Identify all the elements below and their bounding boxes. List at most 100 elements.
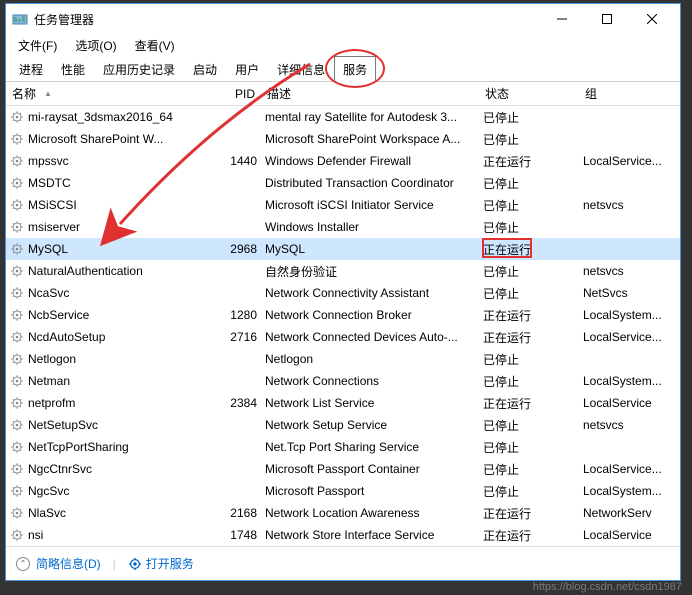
- col-header-name[interactable]: 名称▲: [6, 85, 211, 102]
- col-header-desc[interactable]: 描述: [261, 85, 479, 102]
- cell-pid: 1748: [211, 528, 261, 542]
- cell-desc: Network Connection Broker: [261, 308, 479, 322]
- cell-name: NlaSvc: [6, 506, 211, 520]
- brief-info-link[interactable]: ⌃ 简略信息(D): [16, 555, 101, 572]
- cell-status: 正在运行: [479, 395, 579, 412]
- minimize-button[interactable]: [539, 5, 584, 33]
- cell-status: 已停止: [479, 351, 579, 368]
- cell-name: mpssvc: [6, 154, 211, 168]
- cell-desc: Network Setup Service: [261, 418, 479, 432]
- task-manager-window: 任务管理器 文件(F) 选项(O) 查看(V) 进程 性能 应用历史记录 启动 …: [5, 3, 681, 581]
- cell-name: MySQL: [6, 242, 211, 256]
- cell-desc: Microsoft SharePoint Workspace A...: [261, 132, 479, 146]
- cell-status: 已停止: [479, 175, 579, 192]
- table-row[interactable]: NaturalAuthentication自然身份验证已停止netsvcs: [6, 260, 680, 282]
- cell-desc: mental ray Satellite for Autodesk 3...: [261, 110, 479, 124]
- cell-group: LocalService...: [579, 330, 671, 344]
- cell-group: LocalService: [579, 528, 671, 542]
- table-row[interactable]: NetSetupSvcNetwork Setup Service已停止netsv…: [6, 414, 680, 436]
- cell-desc: MySQL: [261, 242, 479, 256]
- cell-desc: Distributed Transaction Coordinator: [261, 176, 479, 190]
- table-row[interactable]: NetTcpPortSharingNet.Tcp Port Sharing Se…: [6, 436, 680, 458]
- cell-name: NetSetupSvc: [6, 418, 211, 432]
- table-row[interactable]: NetlogonNetlogon已停止: [6, 348, 680, 370]
- cell-pid: 2168: [211, 506, 261, 520]
- tab-details[interactable]: 详细信息: [268, 56, 334, 82]
- tab-apphistory[interactable]: 应用历史记录: [94, 56, 184, 82]
- cell-name: netprofm: [6, 396, 211, 410]
- table-row[interactable]: NetmanNetwork Connections已停止LocalSystem.…: [6, 370, 680, 392]
- cell-desc: Network Connections: [261, 374, 479, 388]
- table-row[interactable]: mi-raysat_3dsmax2016_64 mental ray Satell…: [6, 106, 680, 128]
- cell-status: 正在运行: [479, 153, 579, 170]
- cell-pid: 2716: [211, 330, 261, 344]
- table-row[interactable]: MSDTC Distributed Transaction Coordinator…: [6, 172, 680, 194]
- cell-desc: Net.Tcp Port Sharing Service: [261, 440, 479, 454]
- table-body: mi-raysat_3dsmax2016_64 mental ray Satell…: [6, 106, 680, 546]
- maximize-button[interactable]: [584, 5, 629, 33]
- table-row[interactable]: MySQL2968MySQL正在运行: [6, 238, 680, 260]
- table-row[interactable]: NcbService1280Network Connection Broker正…: [6, 304, 680, 326]
- cell-desc: Microsoft Passport Container: [261, 462, 479, 476]
- cell-status: 正在运行: [479, 527, 579, 544]
- cell-desc: Windows Defender Firewall: [261, 154, 479, 168]
- menubar: 文件(F) 选项(O) 查看(V): [6, 34, 680, 56]
- cell-status: 正在运行: [479, 505, 579, 522]
- cell-desc: Network Store Interface Service: [261, 528, 479, 542]
- cell-status: 已停止: [479, 197, 579, 214]
- table-row[interactable]: NcdAutoSetup2716Network Connected Device…: [6, 326, 680, 348]
- table-row[interactable]: NgcCtnrSvc Microsoft Passport Container已停…: [6, 458, 680, 480]
- table-row[interactable]: NcaSvcNetwork Connectivity Assistant已停止N…: [6, 282, 680, 304]
- cell-desc: Windows Installer: [261, 220, 479, 234]
- cell-group: netsvcs: [579, 198, 671, 212]
- table-row[interactable]: msiserver Windows Installer已停止: [6, 216, 680, 238]
- table-row[interactable]: mpssvc1440Windows Defender Firewall正在运行L…: [6, 150, 680, 172]
- cell-group: LocalService: [579, 396, 671, 410]
- cell-name: msiserver: [6, 220, 211, 234]
- tab-startup[interactable]: 启动: [184, 56, 226, 82]
- cell-pid: 1280: [211, 308, 261, 322]
- cell-status: 已停止: [479, 219, 579, 236]
- close-button[interactable]: [629, 5, 674, 33]
- cell-status: 已停止: [479, 131, 579, 148]
- cell-group: LocalSystem...: [579, 308, 671, 322]
- tab-processes[interactable]: 进程: [10, 56, 52, 82]
- cell-name: mi-raysat_3dsmax2016_64: [6, 110, 211, 124]
- col-header-group[interactable]: 组: [579, 85, 671, 102]
- cell-pid: 2384: [211, 396, 261, 410]
- cell-group: LocalSystem...: [579, 484, 671, 498]
- cell-pid: 1440: [211, 154, 261, 168]
- tabs: 进程 性能 应用历史记录 启动 用户 详细信息 服务: [6, 56, 680, 82]
- table-row[interactable]: MSiSCSIMicrosoft iSCSI Initiator Service…: [6, 194, 680, 216]
- cell-name: NgcCtnrSvc: [6, 462, 211, 476]
- cell-group: netsvcs: [579, 418, 671, 432]
- services-table: 名称▲ PID 描述 状态 组 mi-raysat_3dsmax2016_64m…: [6, 82, 680, 546]
- table-row[interactable]: NgcSvcMicrosoft Passport已停止LocalSystem..…: [6, 480, 680, 502]
- col-header-pid[interactable]: PID: [211, 87, 261, 101]
- table-row[interactable]: NlaSvc2168Network Location Awareness正在运行…: [6, 502, 680, 524]
- cell-name: MSiSCSI: [6, 198, 211, 212]
- table-row[interactable]: netprofm2384Network List Service正在运行Loca…: [6, 392, 680, 414]
- cell-status: 已停止: [479, 285, 579, 302]
- cell-status: 正在运行: [479, 307, 579, 324]
- sort-asc-icon: ▲: [44, 89, 52, 98]
- cell-name: NcaSvc: [6, 286, 211, 300]
- menu-file[interactable]: 文件(F): [14, 36, 61, 55]
- cell-name: nsi: [6, 528, 211, 542]
- tab-services[interactable]: 服务: [334, 56, 376, 82]
- tab-users[interactable]: 用户: [226, 56, 268, 82]
- menu-options[interactable]: 选项(O): [71, 36, 120, 55]
- cell-desc: 自然身份验证: [261, 263, 479, 280]
- open-services-link[interactable]: 打开服务: [128, 555, 194, 572]
- table-row[interactable]: Microsoft SharePoint W...Microsoft Share…: [6, 128, 680, 150]
- cell-name: MSDTC: [6, 176, 211, 190]
- table-row[interactable]: nsi1748Network Store Interface Service正在…: [6, 524, 680, 546]
- cell-group: NetSvcs: [579, 286, 671, 300]
- col-header-status[interactable]: 状态: [479, 85, 579, 102]
- tab-performance[interactable]: 性能: [52, 56, 94, 82]
- cell-status: 已停止: [479, 461, 579, 478]
- cell-name: NcbService: [6, 308, 211, 322]
- titlebar: 任务管理器: [6, 4, 680, 34]
- menu-view[interactable]: 查看(V): [131, 36, 179, 55]
- cell-status: 已停止: [479, 483, 579, 500]
